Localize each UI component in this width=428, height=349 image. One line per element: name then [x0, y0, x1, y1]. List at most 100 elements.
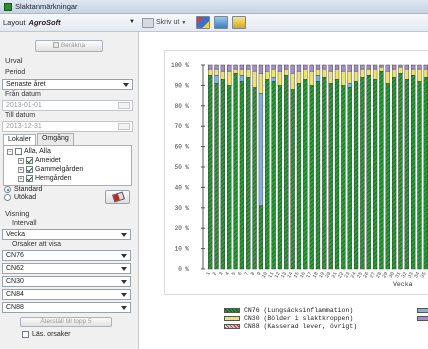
las-orsaker-option[interactable]: Läs. orsaker [22, 331, 71, 338]
to-date-label: Till datum [5, 112, 36, 119]
tab-omgang[interactable]: Omgång [36, 133, 74, 145]
chart-panel: 100 % 90 % 80 % 70 % 60 % 50 % 40 % 30 % 20 % 10 … [164, 50, 428, 295]
orsak-value: CN76 [6, 252, 24, 259]
chevron-down-icon [121, 254, 127, 258]
layout-dropdown-arrow-icon[interactable]: ▼ [129, 19, 135, 25]
checkbox[interactable] [15, 148, 22, 155]
x-axis-title: Vecka [393, 281, 413, 288]
eraser-icon [112, 191, 125, 203]
notes-icon[interactable] [232, 16, 246, 29]
intervall-select[interactable]: Vecka [2, 229, 131, 240]
bar-segment [214, 68, 219, 76]
tree-item-hemgarden[interactable]: + Hemgården [18, 175, 72, 182]
bar-segment [398, 72, 403, 270]
radio-button[interactable] [4, 186, 11, 193]
bar-segment [303, 64, 308, 70]
expand-icon[interactable]: + [18, 175, 24, 182]
clear-selection-button[interactable] [105, 190, 130, 204]
location-tabs: Lokaler Omgång [3, 133, 75, 146]
period-select[interactable]: Senaste året [2, 79, 133, 90]
bar-segment [341, 85, 346, 270]
chevron-down-icon [121, 293, 127, 297]
tree-item-gammelgarden[interactable]: + Gammelgården [18, 166, 83, 173]
orsak-select-5[interactable]: CN88 [2, 302, 131, 313]
bar-segment [391, 77, 397, 270]
bar-segment [233, 68, 238, 74]
chart-legend: CN76 (Lungsäcksinflammation) CN30 (Bölder… [224, 307, 428, 343]
bar-segment [246, 68, 251, 78]
bar-segment [265, 79, 270, 270]
y-tick-label: 70 % [175, 123, 190, 130]
radio-button[interactable] [4, 194, 11, 201]
bar-segment [391, 68, 397, 78]
orsak-select-4[interactable]: CN84 [2, 289, 131, 300]
reset-top5-button[interactable]: Återställ till topp 5 [20, 317, 112, 327]
bar-segment [220, 70, 225, 80]
bar-segment [284, 68, 289, 76]
export-icon[interactable] [214, 16, 228, 29]
bar-segment [271, 64, 276, 70]
checkbox[interactable] [26, 166, 33, 173]
checkbox[interactable] [26, 157, 33, 164]
to-date-field[interactable]: 2013-12-31 [2, 121, 133, 132]
bar-segment [258, 64, 264, 74]
from-date-field[interactable]: 2013-01-01 [2, 100, 133, 111]
calendar-icon[interactable] [118, 102, 130, 109]
bar-segment [385, 64, 390, 72]
chevron-down-icon [123, 83, 129, 87]
bar-segment [239, 81, 245, 270]
bar-segment [239, 68, 245, 76]
tree-item-ameidet[interactable]: + Ameidet [18, 157, 61, 164]
collapse-icon[interactable]: − [7, 148, 13, 155]
chevron-down-icon [121, 267, 127, 271]
tree-item-label: Hemgården [35, 175, 72, 182]
bar-segment [322, 77, 327, 270]
bar-segment [315, 75, 321, 82]
layout-value: AgroSoft [28, 18, 61, 27]
bar-segment [271, 77, 276, 82]
checkbox[interactable] [22, 331, 29, 338]
legend-label: CN88 (Kasserad lever, övrigt) [244, 323, 358, 330]
radio-standard[interactable]: Standard [4, 186, 42, 193]
expand-icon[interactable]: + [18, 166, 24, 173]
bar-segment [208, 75, 213, 270]
bar-segment [360, 77, 365, 270]
bar-segment [208, 64, 213, 70]
bar-segment [246, 77, 251, 270]
y-tick-label: 20 % [175, 225, 190, 232]
layout-label: Layout [3, 18, 26, 27]
period-label: Period [5, 69, 26, 76]
bar-segment [315, 81, 321, 270]
orsak-select-1[interactable]: CN76 [2, 250, 131, 261]
bar-segment [372, 79, 378, 270]
print-button[interactable]: Skriv ut ▼ [142, 16, 186, 29]
orsak-select-2[interactable]: CN62 [2, 263, 131, 274]
bar-segment [309, 85, 314, 270]
expand-icon[interactable]: + [18, 157, 24, 164]
calendar-icon[interactable] [118, 123, 130, 130]
bar-segment [214, 83, 219, 270]
bar-segment [417, 64, 422, 70]
bar-segment [341, 64, 346, 72]
bar-segment [417, 68, 422, 82]
orsak-value: CN88 [6, 304, 24, 311]
checkbox[interactable] [26, 175, 33, 182]
bar-segment [277, 70, 283, 86]
bar-segment [404, 68, 409, 80]
tree-item-root[interactable]: − Alla, Alla [7, 148, 51, 155]
to-date-value: 2013-12-31 [6, 123, 42, 130]
bar-segment [309, 64, 314, 72]
legend-item: CN30 (Bölder i slaktkroppen) [224, 315, 353, 322]
bar-segment [328, 64, 333, 72]
orsak-select-3[interactable]: CN30 [2, 276, 131, 287]
legend-item: Cl [417, 315, 428, 322]
bar-segment [296, 64, 302, 72]
bar-segment [271, 68, 276, 78]
execute-button[interactable]: Beräkna [35, 40, 103, 52]
bar-segment [328, 70, 333, 84]
radio-utokad[interactable]: Utökad [4, 194, 36, 201]
chart-colors-icon[interactable] [196, 16, 210, 29]
legend-swatch [224, 308, 240, 313]
legend-swatch [417, 316, 428, 321]
layout-selector[interactable]: Layout AgroSoft [3, 18, 61, 27]
